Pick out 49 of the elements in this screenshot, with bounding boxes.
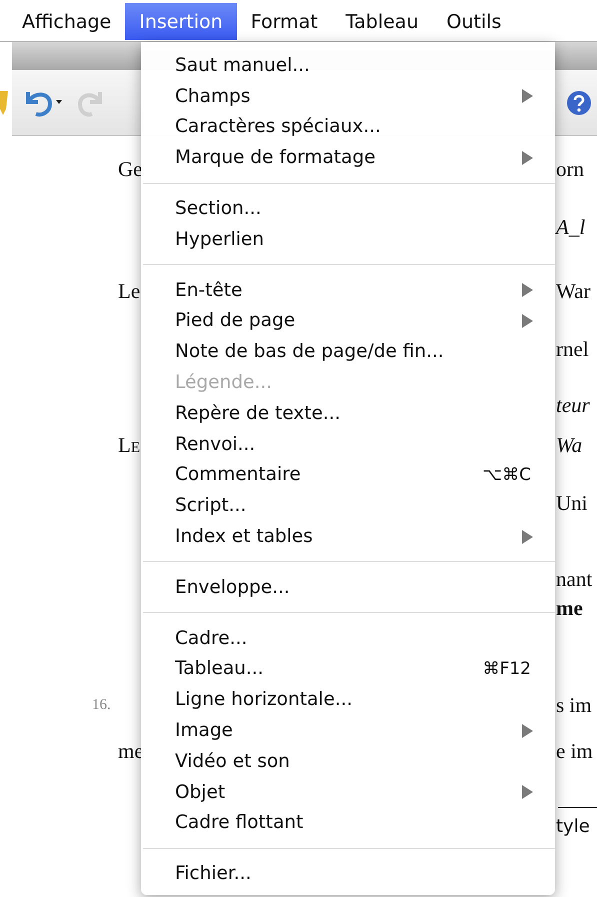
- menu-bar-item[interactable]: Outils: [432, 3, 516, 40]
- document-text: Uni: [556, 491, 588, 515]
- menu-item[interactable]: Commentaire ⌥⌘C: [141, 460, 555, 490]
- line-number: 16.: [92, 696, 111, 715]
- document-text: e im: [556, 739, 593, 763]
- document-text: s im: [556, 693, 592, 717]
- help-icon[interactable]: [567, 90, 591, 114]
- menu-item[interactable]: Saut manuel...: [141, 50, 555, 81]
- menu-item[interactable]: Enveloppe...: [141, 572, 555, 603]
- document-text: me: [118, 739, 144, 763]
- menu-item[interactable]: Hyperlien: [141, 224, 555, 255]
- menu-item[interactable]: Cadre flottant: [141, 808, 555, 838]
- menu-item[interactable]: Pied de page: [141, 306, 555, 336]
- menu-item[interactable]: Section...: [141, 193, 555, 224]
- menu-item[interactable]: Champs: [141, 80, 555, 112]
- shortcut-text: ⌥⌘C: [482, 464, 531, 485]
- shortcut-text: ⌘F12: [482, 658, 531, 679]
- document-text: me: [556, 596, 583, 620]
- menu-item[interactable]: Image: [141, 715, 555, 746]
- menu-item[interactable]: Note de bas de page/de fin...: [141, 336, 555, 368]
- menu-item[interactable]: Index et tables: [141, 521, 555, 552]
- document-text: War: [556, 279, 590, 303]
- menu-item[interactable]: En-tête: [141, 274, 555, 306]
- menu-item[interactable]: Ligne horizontale...: [141, 684, 555, 716]
- menu-item[interactable]: Repère de texte...: [141, 398, 555, 429]
- document-text: Wa: [556, 433, 582, 457]
- menu-bar-item[interactable]: Affichage: [8, 3, 126, 40]
- menu-item[interactable]: Marque de formatage: [141, 142, 555, 174]
- menu-item[interactable]: Objet: [141, 776, 555, 808]
- menu-item[interactable]: Script...: [141, 490, 555, 522]
- document-text: A_l: [556, 215, 586, 239]
- menu-bar-item[interactable]: Format: [236, 3, 332, 40]
- document-text: Le: [118, 279, 140, 303]
- document-text: orn: [556, 157, 584, 181]
- document-text: nant: [556, 567, 592, 591]
- menu-item[interactable]: Caractères spéciaux...: [141, 112, 555, 142]
- document-text: rnel: [556, 337, 589, 361]
- document-text: teur: [556, 393, 590, 417]
- menu-item[interactable]: Fichier...: [141, 858, 555, 890]
- menu-item[interactable]: Renvoi...: [141, 428, 555, 460]
- menu-bar-item[interactable]: Insertion: [125, 3, 237, 40]
- menu-item[interactable]: Vidéo et son: [141, 746, 555, 777]
- document-text: tyle: [556, 815, 590, 839]
- document-text: Le: [118, 433, 140, 457]
- document-text: Ge: [118, 157, 142, 181]
- menu-item[interactable]: Tableau... ⌘F12: [141, 654, 555, 684]
- menu-item[interactable]: Cadre...: [141, 622, 555, 654]
- menu-bar-item[interactable]: Tableau: [332, 3, 432, 40]
- pencil-icon: [0, 90, 8, 114]
